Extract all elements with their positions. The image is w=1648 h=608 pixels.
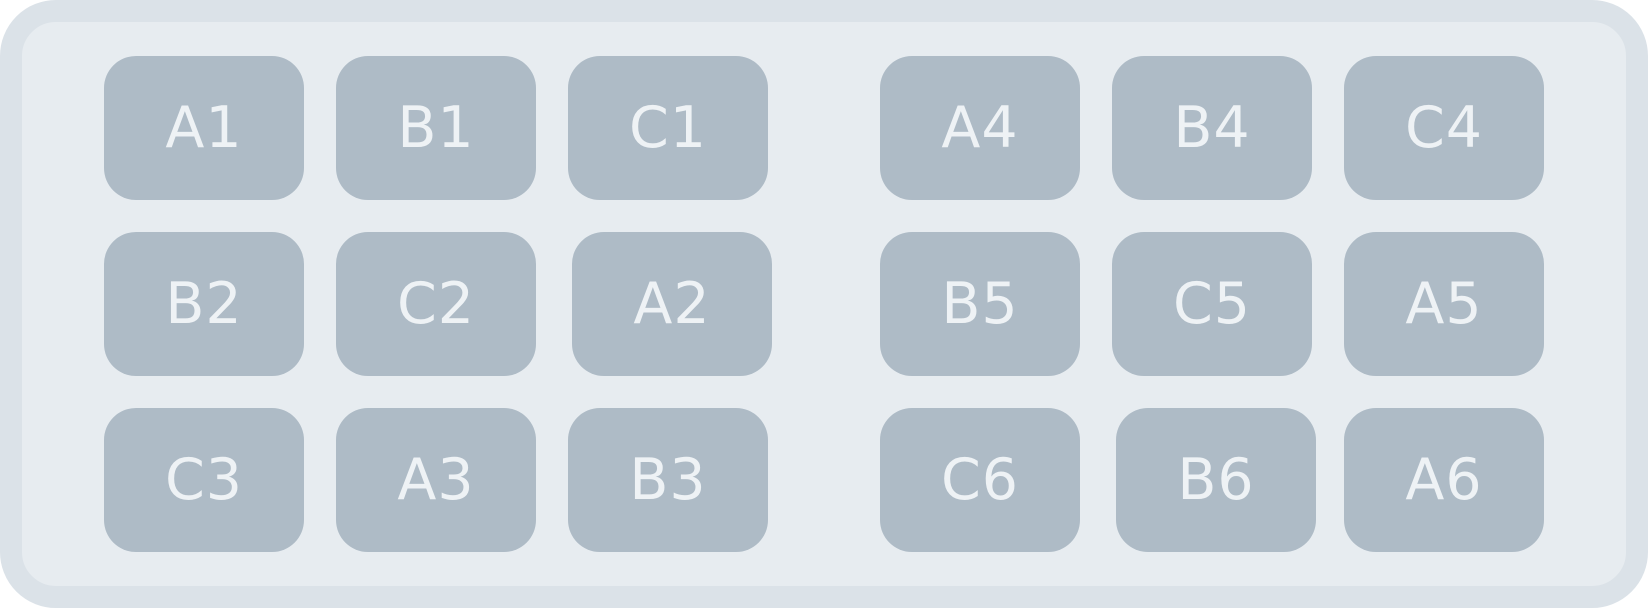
tile-a1[interactable]: A1 <box>104 56 304 200</box>
tile-c6[interactable]: C6 <box>880 408 1080 552</box>
tile-c2[interactable]: C2 <box>336 232 536 376</box>
tile-a4[interactable]: A4 <box>880 56 1080 200</box>
tile-c3[interactable]: C3 <box>104 408 304 552</box>
tile-b4[interactable]: B4 <box>1112 56 1312 200</box>
tile-a5[interactable]: A5 <box>1344 232 1544 376</box>
tile-b2[interactable]: B2 <box>104 232 304 376</box>
tile-b6[interactable]: B6 <box>1116 408 1316 552</box>
tile-a2[interactable]: A2 <box>572 232 772 376</box>
tile-b5[interactable]: B5 <box>880 232 1080 376</box>
tile-c4[interactable]: C4 <box>1344 56 1544 200</box>
tile-b1[interactable]: B1 <box>336 56 536 200</box>
tile-b3[interactable]: B3 <box>568 408 768 552</box>
tile-a6[interactable]: A6 <box>1344 408 1544 552</box>
tile-c5[interactable]: C5 <box>1112 232 1312 376</box>
tile-a3[interactable]: A3 <box>336 408 536 552</box>
tile-c1[interactable]: C1 <box>568 56 768 200</box>
